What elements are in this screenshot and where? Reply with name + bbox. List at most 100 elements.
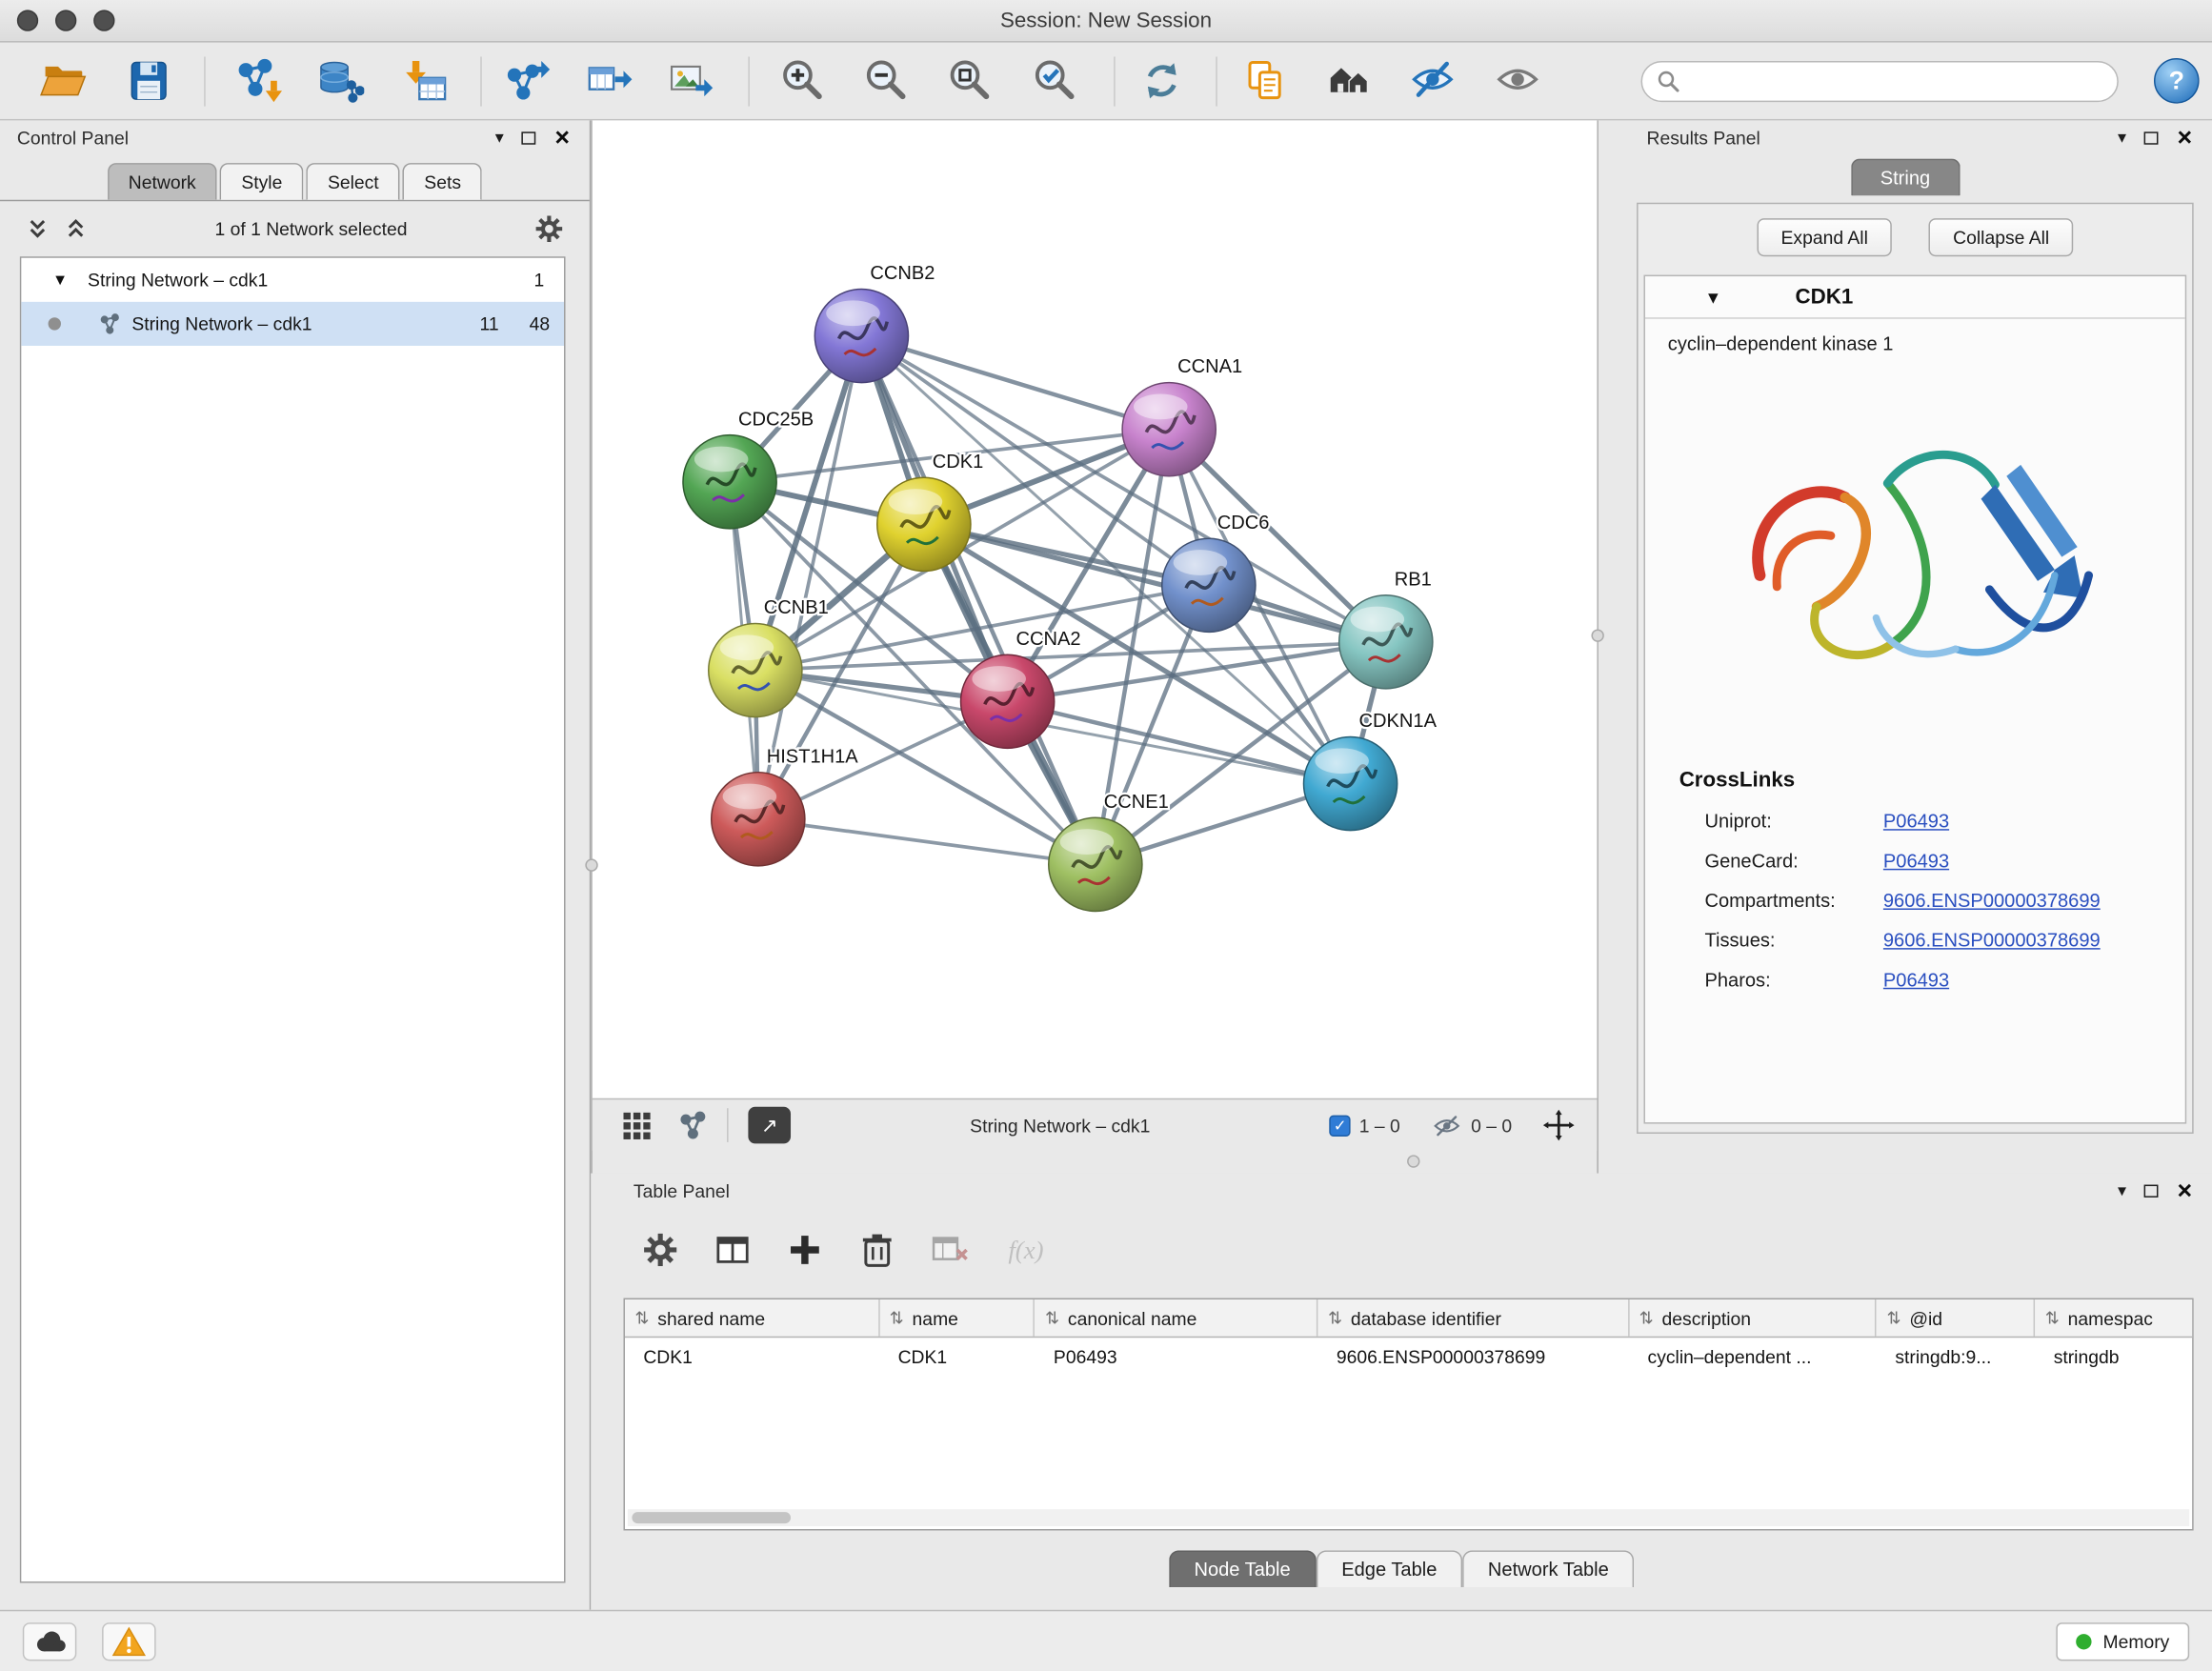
horizontal-splitter-handle[interactable]	[1407, 1155, 1419, 1167]
crosslink-link[interactable]: 9606.ENSP00000378699	[1883, 890, 2101, 911]
save-session-button[interactable]	[117, 51, 179, 111]
window-close-button[interactable]	[17, 10, 38, 30]
refresh-layout-icon	[1137, 57, 1186, 106]
apply-layout-button[interactable]	[1131, 51, 1193, 111]
sort-icon: ⇅	[1886, 1308, 1900, 1328]
cloud-button[interactable]	[23, 1621, 77, 1660]
window-minimize-button[interactable]	[55, 10, 76, 30]
panel-close-icon[interactable]: ×	[2178, 125, 2193, 151]
tab-sets[interactable]: Sets	[403, 163, 482, 200]
network-canvas-svg[interactable]: CCNB2CCNA1CDC25BCDK1CDC6RB1CCNB1CCNA2CDK…	[593, 120, 1598, 1097]
tab-node-table[interactable]: Node Table	[1169, 1550, 1317, 1587]
node-label: CDC25B	[738, 409, 814, 430]
network-canvas[interactable]: CCNB2CCNA1CDC25BCDK1CDC6RB1CCNB1CCNA2CDK…	[593, 120, 1598, 1097]
network-collection-row[interactable]: ▼ String Network – cdk1 1	[21, 258, 564, 302]
tree-expand-icon[interactable]: ▼	[52, 272, 68, 289]
pan-tool-icon[interactable]	[1543, 1110, 1575, 1141]
column-header[interactable]: ⇅ canonical name	[1036, 1299, 1318, 1337]
panel-close-icon[interactable]: ×	[2178, 1178, 2193, 1203]
zoom-fit-icon	[945, 57, 994, 106]
grid-view-icon[interactable]	[624, 1112, 651, 1138]
network-node-rb1[interactable]: RB1	[1339, 569, 1433, 689]
tab-edge-table[interactable]: Edge Table	[1316, 1550, 1462, 1587]
zoom-out-icon	[861, 57, 910, 106]
help-button[interactable]: ?	[2154, 58, 2200, 104]
gear-icon[interactable]	[534, 213, 564, 243]
collapse-all-button[interactable]: Collapse All	[1929, 217, 2074, 255]
network-edge[interactable]	[861, 336, 1169, 430]
zoom-out-button[interactable]	[855, 51, 916, 111]
expand-all-icon[interactable]	[64, 216, 88, 240]
section-collapse-icon[interactable]: ▼	[1704, 287, 1721, 307]
column-header[interactable]: ⇅ namespac	[2035, 1299, 2192, 1337]
warning-button[interactable]	[102, 1621, 156, 1660]
table-panel-title: Table Panel	[633, 1179, 730, 1200]
panel-float-icon[interactable]	[2144, 1184, 2159, 1197]
tab-string[interactable]: String	[1850, 159, 1960, 196]
network-node-ccnb2[interactable]: CCNB2	[814, 263, 935, 383]
horizontal-splitter[interactable]	[593, 1151, 1598, 1174]
export-table-button[interactable]	[578, 51, 640, 111]
network-edge[interactable]	[861, 336, 1095, 865]
import-network-database-button[interactable]	[309, 51, 371, 111]
crosslink-link[interactable]: P06493	[1883, 811, 1949, 832]
crosslink-link[interactable]: 9606.ENSP00000378699	[1883, 930, 2101, 951]
memory-button[interactable]: Memory	[2056, 1621, 2189, 1660]
tab-select[interactable]: Select	[307, 163, 400, 200]
import-network-icon	[235, 57, 284, 106]
tab-network[interactable]: Network	[107, 163, 217, 200]
gene-section-header[interactable]: ▼ CDK1	[1645, 276, 2185, 319]
delete-column-button[interactable]	[849, 1221, 906, 1278]
column-header[interactable]: ⇅ database identifier	[1318, 1299, 1630, 1337]
panel-close-icon[interactable]: ×	[554, 125, 570, 151]
right-splitter-handle[interactable]	[1591, 629, 1603, 641]
network-node-cdc6[interactable]: CDC6	[1162, 513, 1270, 633]
crosslink-link[interactable]: P06493	[1883, 851, 1949, 872]
scrollbar-thumb[interactable]	[632, 1512, 791, 1523]
panel-float-icon[interactable]	[2144, 131, 2159, 144]
column-header[interactable]: ⇅ @id	[1877, 1299, 2035, 1337]
clone-network-button[interactable]	[1235, 51, 1297, 111]
import-network-file-button[interactable]	[228, 51, 290, 111]
network-node-ccnb1[interactable]: CCNB1	[709, 597, 829, 717]
panel-menu-icon[interactable]: ▾	[2118, 1182, 2126, 1199]
show-all-button[interactable]	[1486, 51, 1548, 111]
export-image-button[interactable]	[660, 51, 722, 111]
open-session-button[interactable]	[32, 51, 94, 111]
collapse-all-icon[interactable]	[26, 216, 50, 240]
column-header[interactable]: ⇅ description	[1629, 1299, 1877, 1337]
network-overview-icon[interactable]	[679, 1111, 708, 1139]
panel-float-icon[interactable]	[522, 131, 536, 144]
tab-style[interactable]: Style	[220, 163, 304, 200]
show-columns-button[interactable]	[704, 1221, 761, 1278]
window-zoom-button[interactable]	[93, 10, 114, 30]
column-header[interactable]: ⇅ name	[879, 1299, 1035, 1337]
column-header[interactable]: ⇅ shared name	[625, 1299, 879, 1337]
network-row-selected[interactable]: String Network – cdk1 11 48	[21, 302, 564, 346]
panel-menu-icon[interactable]: ▾	[2118, 129, 2126, 146]
tab-network-table[interactable]: Network Table	[1462, 1550, 1634, 1587]
search-input[interactable]	[1689, 70, 2102, 91]
table-row[interactable]: CDK1 CDK1 P06493 9606.ENSP00000378699 cy…	[625, 1338, 2192, 1376]
table-horizontal-scrollbar[interactable]	[628, 1509, 2189, 1526]
zoom-selected-button[interactable]	[1023, 51, 1085, 111]
network-node-ccna1[interactable]: CCNA1	[1122, 356, 1242, 476]
export-network-button[interactable]	[496, 51, 558, 111]
zoom-in-button[interactable]	[771, 51, 833, 111]
import-table-button[interactable]	[394, 51, 456, 111]
selected-checkbox-icon[interactable]: ✓	[1330, 1115, 1351, 1136]
create-column-button[interactable]	[776, 1221, 834, 1278]
network-node-cdc25b[interactable]: CDC25B	[683, 409, 814, 529]
panel-menu-icon[interactable]: ▾	[495, 129, 504, 146]
left-splitter-handle[interactable]	[585, 858, 597, 871]
open-external-icon: ↗	[761, 1113, 777, 1137]
open-in-window-button[interactable]: ↗	[748, 1107, 791, 1144]
zoom-fit-button[interactable]	[938, 51, 1000, 111]
hide-selected-button[interactable]	[1401, 51, 1463, 111]
expand-all-button[interactable]: Expand All	[1757, 217, 1892, 255]
network-node-hist1h1a[interactable]: HIST1H1A	[712, 746, 859, 866]
crosslink-link[interactable]: P06493	[1883, 969, 1949, 990]
table-settings-button[interactable]	[632, 1221, 689, 1278]
network-edge[interactable]	[758, 819, 1096, 865]
home-views-button[interactable]	[1319, 51, 1381, 111]
